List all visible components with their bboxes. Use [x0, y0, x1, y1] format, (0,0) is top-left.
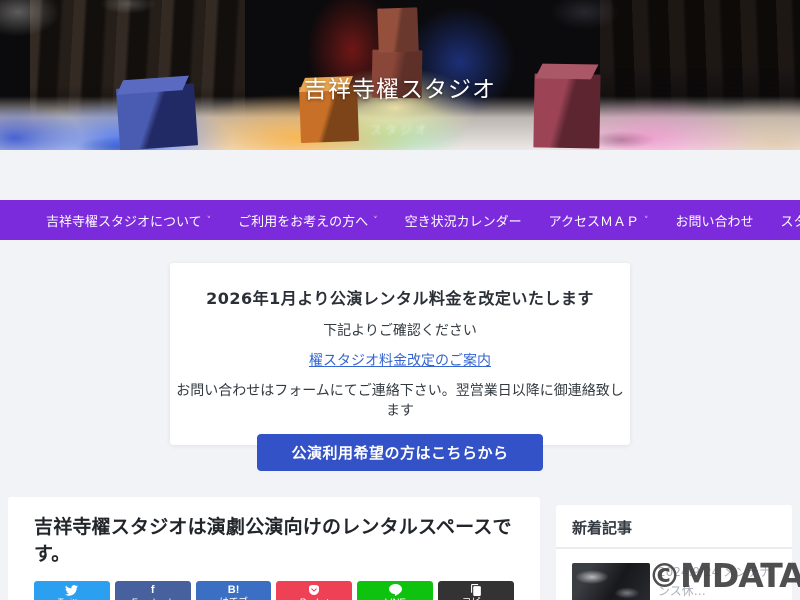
announcement-text: 下記よりご確認ください — [323, 323, 477, 339]
price-revision-link[interactable]: 櫂スタジオ料金改定のご案内 — [309, 350, 491, 370]
twitter-share-button[interactable]: Twitter — [34, 581, 110, 600]
share-button-label: コピー — [462, 597, 491, 600]
performance-application-button[interactable]: 公演利用希望の方はこちらから — [257, 434, 543, 471]
facebook-share-button[interactable]: f Facebook — [114, 581, 191, 600]
twitter-bird-icon — [65, 584, 79, 597]
hatena-bookmark-button[interactable]: B! はてブ — [195, 581, 272, 600]
nav-item-label: お問い合わせ — [675, 214, 754, 230]
copy-icon — [470, 584, 482, 597]
facebook-f-icon: f — [150, 584, 155, 596]
nav-item-for-users[interactable]: ご利用をお考えの方へ ˅ — [238, 211, 378, 230]
share-button-label: LINE — [385, 597, 406, 600]
chevron-down-icon: ˅ — [644, 216, 649, 226]
line-bubble-icon — [388, 584, 402, 597]
nav-item-contact[interactable]: お問い合わせ — [676, 211, 754, 230]
mdata-watermark: ©MDATA — [648, 556, 800, 595]
nav-item-access-map[interactable]: アクセスＭＡＰ ˅ — [549, 211, 649, 230]
nav-item-label: 吉祥寺櫂スタジオについて — [46, 214, 202, 230]
sidebar-heading: 新着記事 — [556, 517, 792, 549]
share-button-label: Pocket — [300, 597, 329, 600]
site-title: 吉祥寺櫂スタジオ — [304, 77, 496, 103]
nav-item-label: スタッフブログ — [780, 214, 800, 230]
main-content-card: 吉祥寺櫂スタジオは演劇公演向けのレンタルスペースです。 Twitter f Fa… — [8, 497, 540, 600]
nav-item-label: 空き状況カレンダー — [404, 214, 522, 230]
chevron-down-icon: ˅ — [373, 216, 378, 226]
pocket-icon — [308, 584, 320, 597]
line-share-button[interactable]: LINE — [357, 581, 434, 600]
announcement-title: 2026年1月より公演レンタル料金を改定いたします — [206, 289, 594, 308]
nav-item-label: ご利用をお考えの方へ — [238, 214, 369, 230]
announcement-text: お問い合わせはフォームにてご連絡下さい。翌営業日以降に御連絡致します — [176, 383, 624, 419]
main-navigation: 吉祥寺櫂スタジオについて ˅ ご利用をお考えの方へ ˅ 空き状況カレンダー アク… — [0, 200, 800, 240]
share-button-label: はてブ — [219, 597, 248, 600]
pocket-share-button[interactable]: Pocket — [276, 581, 353, 600]
announcement-card: 2026年1月より公演レンタル料金を改定いたします 下記よりご確認ください 櫂ス… — [170, 263, 630, 471]
article-thumbnail — [572, 563, 650, 600]
page: スタジオ 吉祥寺櫂スタジオ 吉祥寺櫂スタジオについて ˅ ご利用をお考えの方へ … — [0, 0, 800, 600]
copy-link-button[interactable]: コピー — [438, 581, 514, 600]
nav-item-availability-calendar[interactable]: 空き状況カレンダー — [405, 211, 522, 230]
site-tagline: スタジオ — [369, 123, 430, 137]
share-button-label: Twitter — [58, 597, 86, 600]
stage-cube-stack-top — [377, 7, 419, 53]
nav-item-about[interactable]: 吉祥寺櫂スタジオについて ˅ — [46, 211, 211, 230]
nav-item-label: アクセスＭＡＰ — [548, 214, 640, 230]
page-title: 吉祥寺櫂スタジオは演劇公演向けのレンタルスペースです。 — [34, 516, 512, 565]
nav-item-staff-blog[interactable]: スタッフブログ — [781, 211, 800, 230]
chevron-down-icon: ˅ — [206, 216, 212, 226]
hatena-b-icon: B! — [227, 584, 240, 596]
share-button-label: Facebook — [132, 597, 174, 600]
hero-banner: スタジオ 吉祥寺櫂スタジオ — [0, 0, 800, 150]
social-share-bar: Twitter f Facebook B! はてブ Pocket LINE — [34, 581, 514, 600]
